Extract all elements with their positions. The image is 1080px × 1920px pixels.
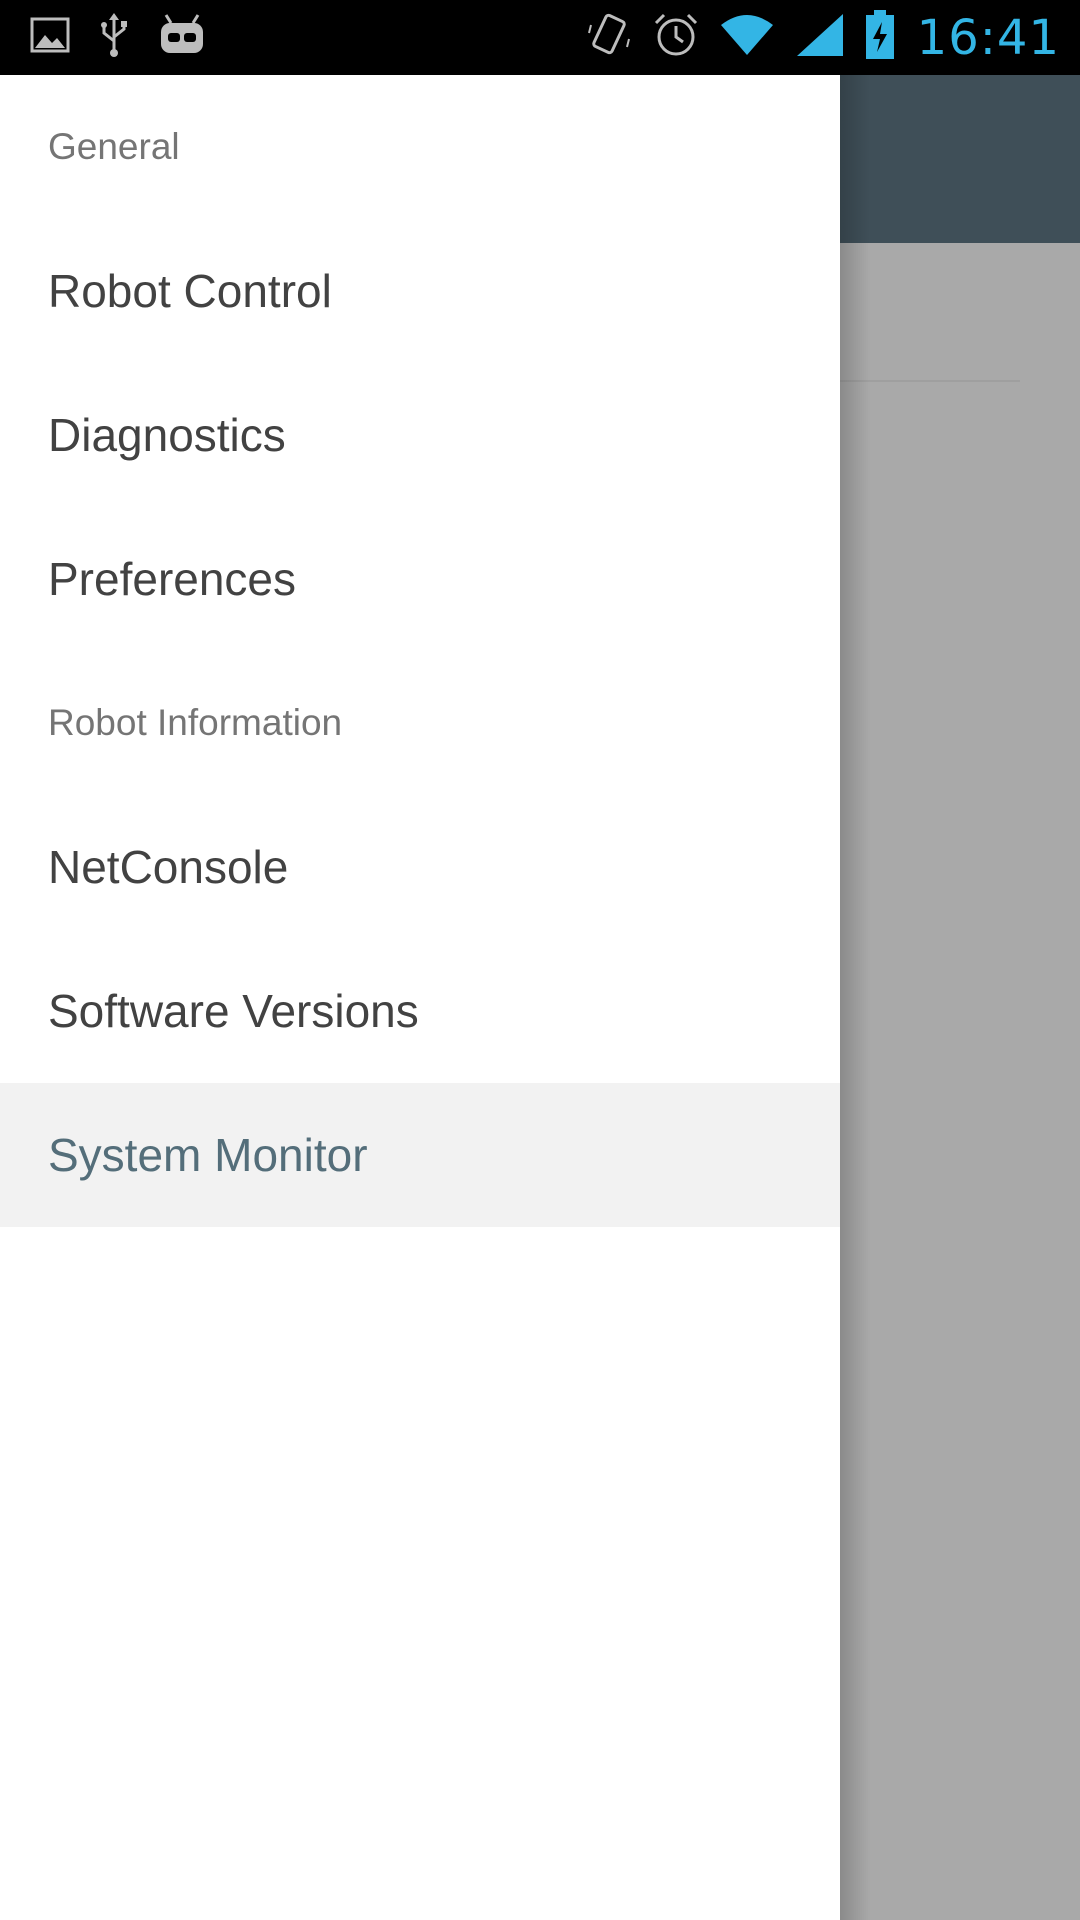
status-bar: 16:41 [0,0,1080,75]
section-header-robot-information: Robot Information [48,702,343,743]
drawer-item-netconsole[interactable]: NetConsole [0,795,840,939]
signal-icon [795,12,845,63]
navigation-drawer: General Robot Control Diagnostics Prefer… [0,75,840,1920]
alarm-icon [653,12,699,63]
drawer-item-system-monitor[interactable]: System Monitor [0,1083,840,1227]
drawer-shadow [840,75,870,1920]
status-bar-time: 16:41 [916,9,1060,66]
wifi-icon [719,13,775,62]
drawer-item-software-versions[interactable]: Software Versions [0,939,840,1083]
status-bar-left [30,0,234,75]
image-icon [30,15,70,60]
screen: 16:41 General Robot Control Diagnostics … [0,0,1080,1920]
section-header-general: General [48,126,180,167]
cyanogenmod-icon [158,13,206,62]
drawer-item-robot-control[interactable]: Robot Control [0,219,840,363]
drawer-item-diagnostics[interactable]: Diagnostics [0,363,840,507]
vibrate-icon [587,11,633,64]
drawer-item-preferences[interactable]: Preferences [0,507,840,651]
battery-charging-icon [865,10,895,65]
status-bar-right: 16:41 [567,0,1060,75]
usb-icon [98,13,130,62]
